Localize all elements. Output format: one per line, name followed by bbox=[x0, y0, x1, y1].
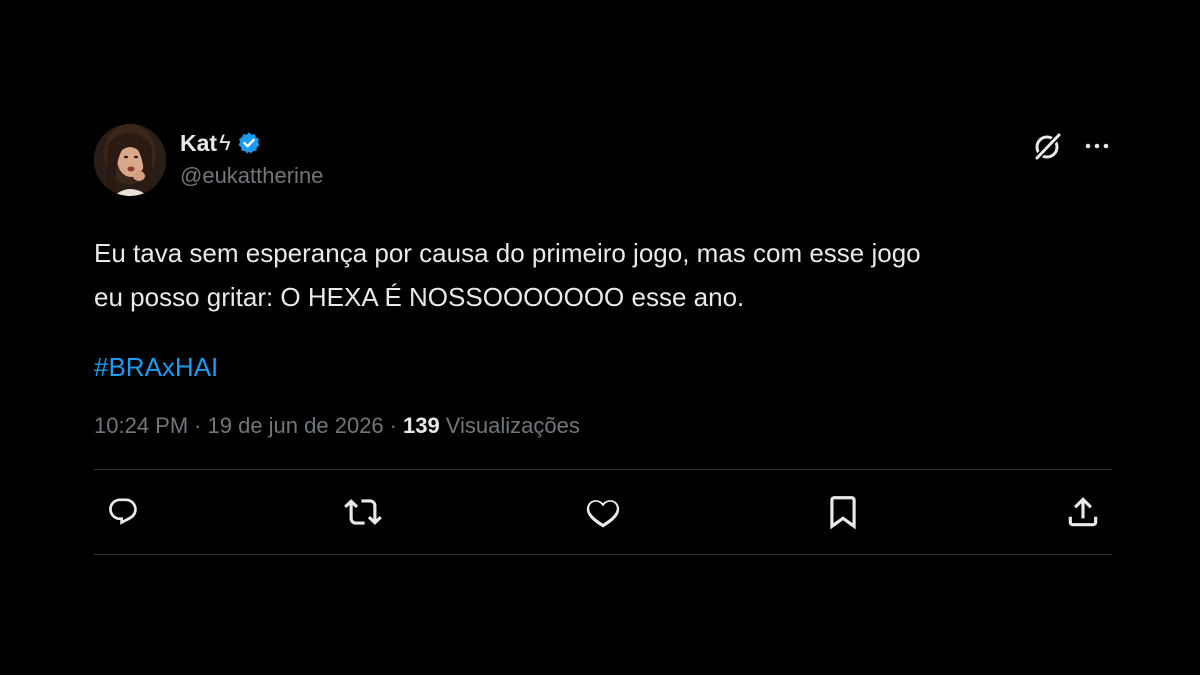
like-icon[interactable] bbox=[583, 492, 623, 532]
retweet-icon[interactable] bbox=[343, 492, 383, 532]
hashtag-link[interactable]: #BRAxHAI bbox=[94, 349, 1112, 385]
grok-icon[interactable] bbox=[1032, 130, 1064, 162]
divider bbox=[94, 554, 1112, 555]
meta-separator: · bbox=[194, 413, 202, 438]
tweet-header: Kat ϟ @eukattherine bbox=[94, 124, 1112, 202]
views-label[interactable]: Visualizações bbox=[446, 413, 580, 439]
reply-icon[interactable] bbox=[103, 492, 143, 532]
display-name-row: Kat ϟ bbox=[180, 128, 323, 158]
author-names: Kat ϟ @eukattherine bbox=[180, 128, 323, 189]
more-icon[interactable] bbox=[1082, 131, 1112, 161]
views-count[interactable]: 139 bbox=[403, 413, 440, 439]
avatar-image bbox=[94, 124, 166, 196]
bookmark-icon[interactable] bbox=[823, 492, 863, 532]
header-actions bbox=[1032, 130, 1112, 162]
tweet-text: Eu tava sem esperança por causa do prime… bbox=[94, 238, 921, 312]
display-name[interactable]: Kat bbox=[180, 130, 217, 157]
lightning-emoji: ϟ bbox=[219, 130, 231, 155]
tweet-time[interactable]: 10:24 PM bbox=[94, 413, 188, 439]
action-bar bbox=[94, 470, 1112, 554]
verified-badge-icon[interactable] bbox=[237, 131, 261, 155]
author-handle[interactable]: @eukattherine bbox=[180, 163, 323, 189]
avatar[interactable] bbox=[94, 124, 166, 196]
tweet-date[interactable]: 19 de jun de 2026 bbox=[208, 413, 384, 439]
share-icon[interactable] bbox=[1063, 492, 1103, 532]
tweet-meta: 10:24 PM · 19 de jun de 2026 · 139 Visua… bbox=[94, 413, 1112, 439]
tweet-card: Kat ϟ @eukattherine Eu tava sem esperanç… bbox=[94, 124, 1112, 555]
meta-separator: · bbox=[389, 413, 397, 438]
